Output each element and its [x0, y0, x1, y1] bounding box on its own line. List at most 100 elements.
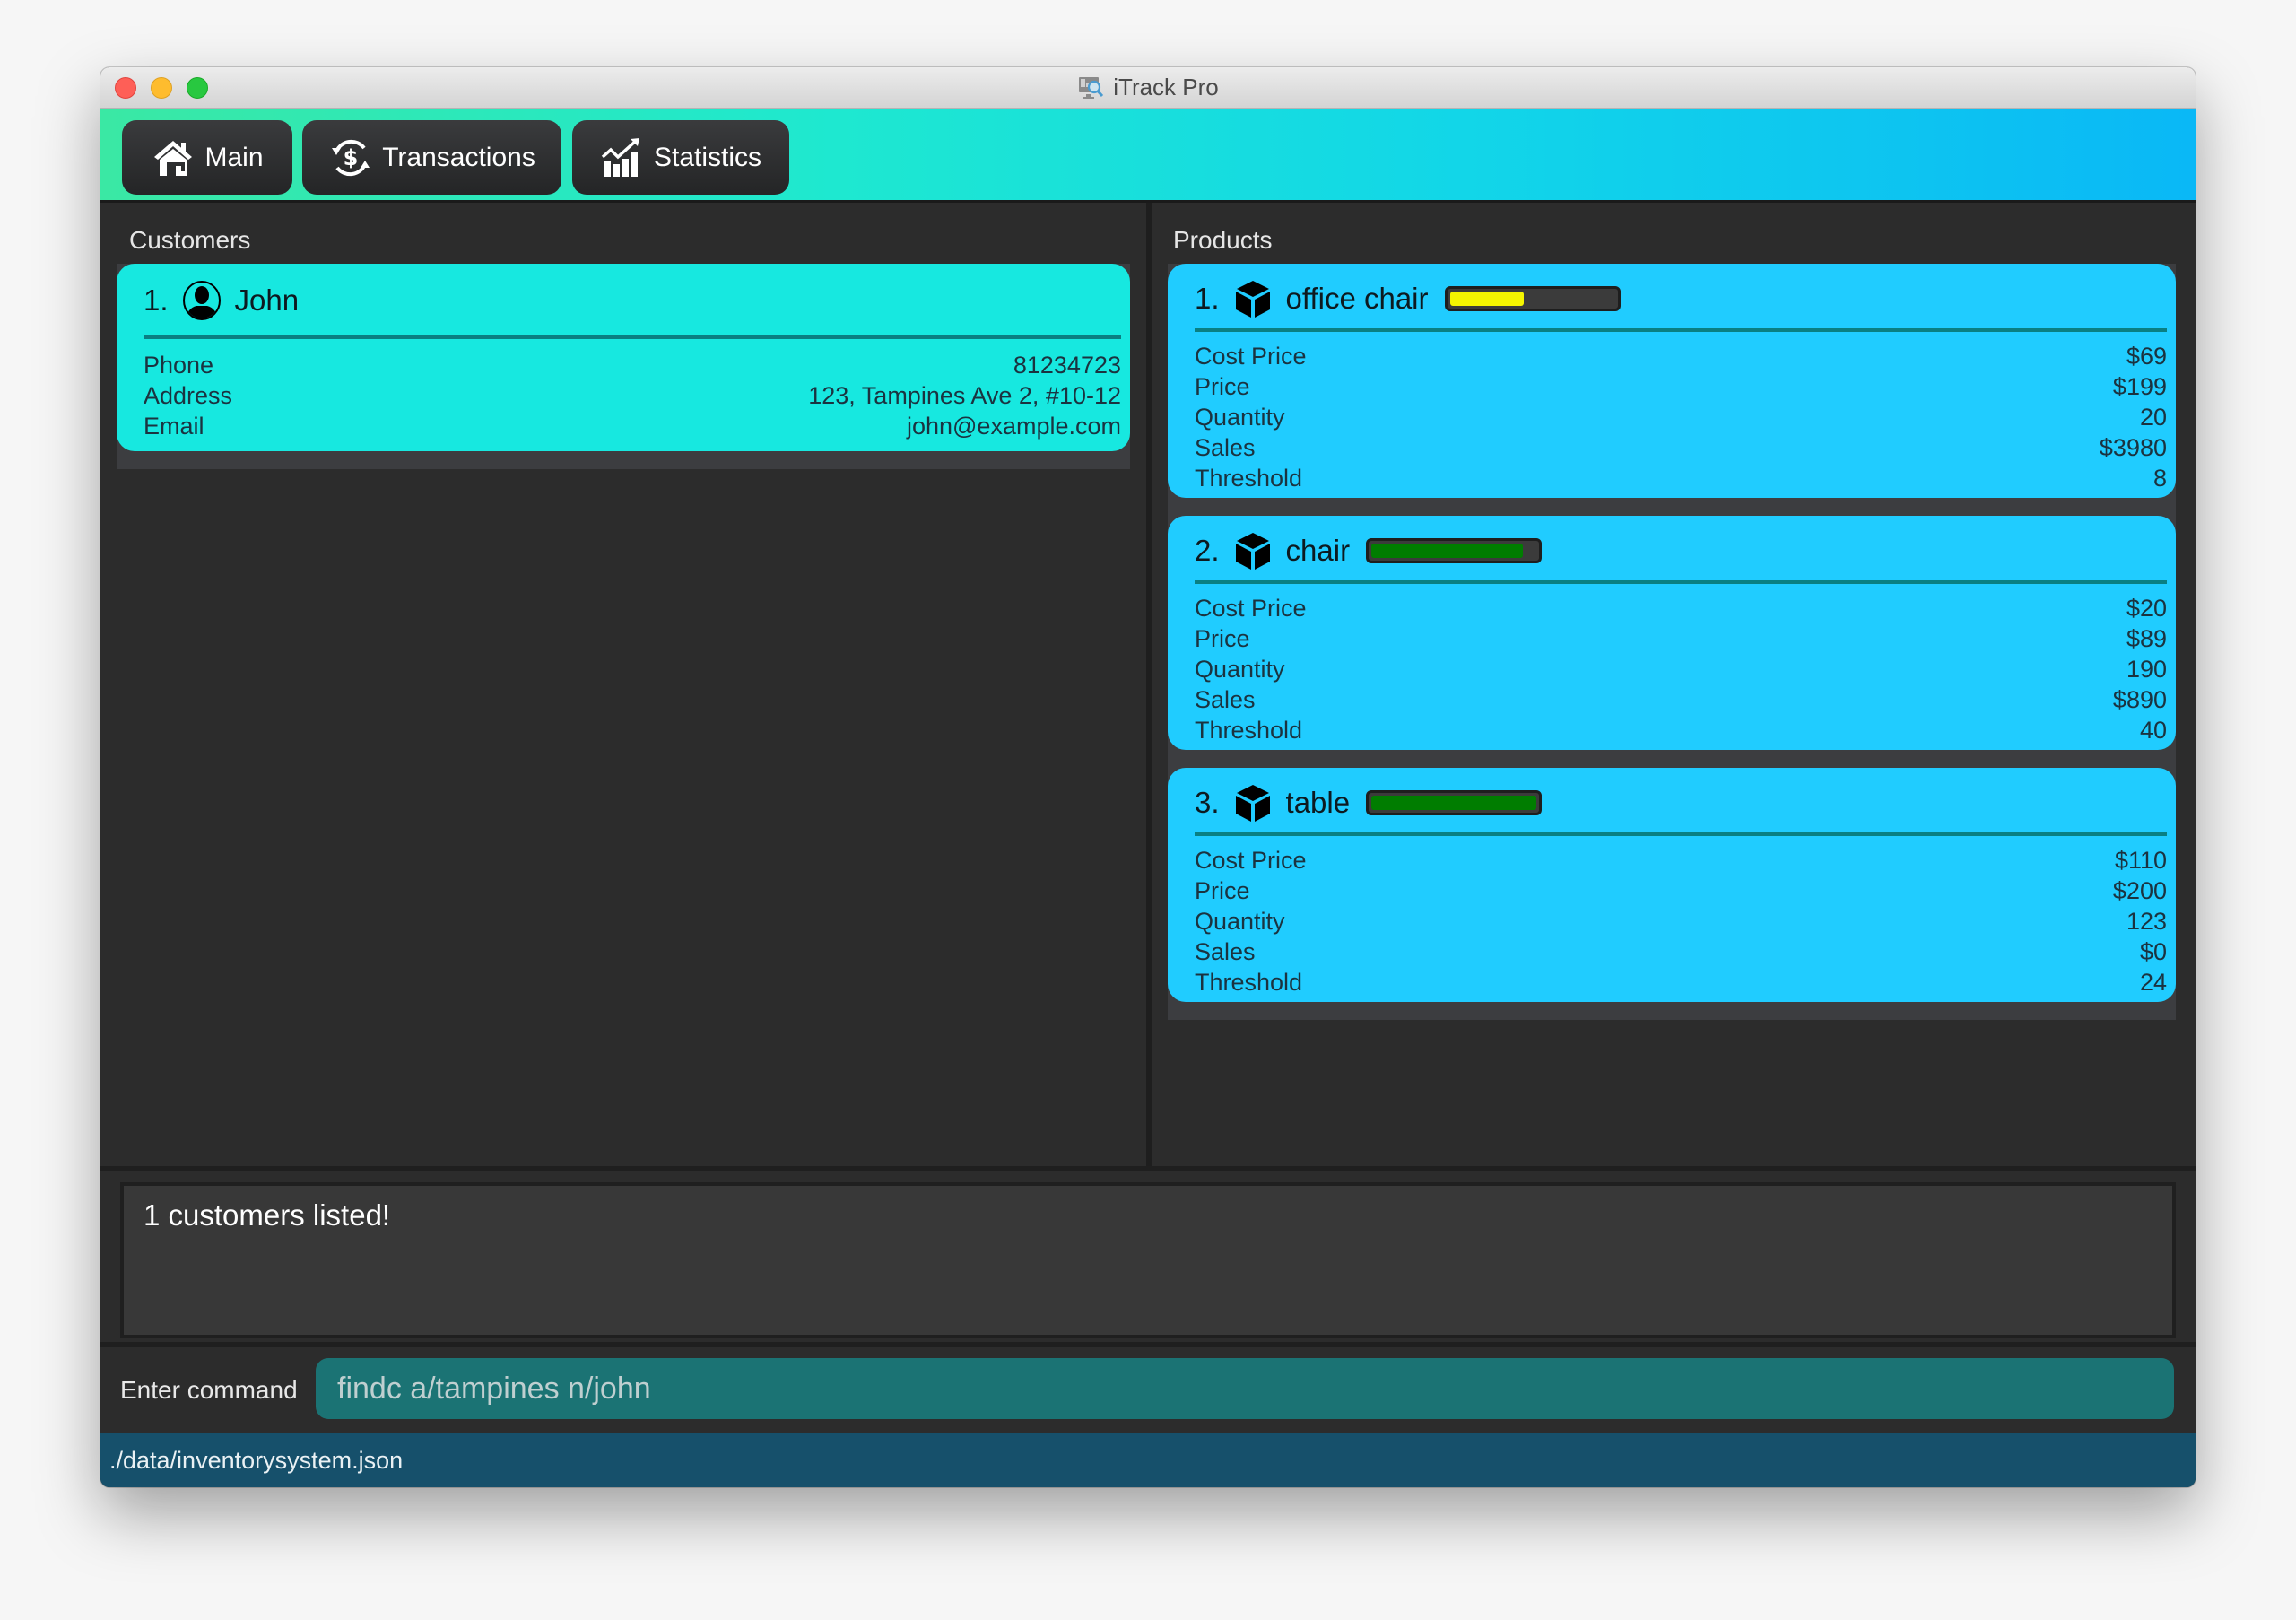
box-icon: [1235, 533, 1270, 570]
product-name: table: [1285, 786, 1351, 819]
product-field-label: Threshold: [1195, 969, 1303, 996]
status-bar: ./data/inventorysystem.json: [100, 1433, 2196, 1487]
phone-label: Phone: [144, 352, 214, 379]
dollar-cycle-icon: $: [332, 139, 370, 176]
statistics-tab-button[interactable]: Statistics: [572, 120, 789, 195]
product-field-row: Price $89: [1195, 623, 2167, 654]
stock-level-fill: [1371, 544, 1524, 558]
save-file-path: ./data/inventorysystem.json: [109, 1446, 404, 1474]
product-fields: Cost Price $20 Price $89 Quantity 190 Sales $89…: [1195, 593, 2167, 745]
product-card-header: 1. office chair: [1195, 278, 2167, 319]
command-input[interactable]: [316, 1358, 2174, 1419]
customer-list-item[interactable]: 1. John Phone 81234723 Address 123, Tamp…: [117, 264, 1130, 469]
title-bar: iTrack Pro: [100, 67, 2196, 109]
transactions-tab-label: Transactions: [382, 142, 535, 172]
customer-name: John: [234, 283, 300, 317]
product-field-label: Sales: [1195, 434, 1256, 461]
address-label: Address: [144, 382, 233, 409]
product-fields: Cost Price $69 Price $199 Quantity 20 Sales $39…: [1195, 341, 2167, 493]
stock-level-bar: [1444, 286, 1621, 311]
product-field-label: Price: [1195, 625, 1250, 652]
product-field-value: $3980: [2099, 434, 2167, 461]
customer-list[interactable]: 1. John Phone 81234723 Address 123, Tamp…: [117, 264, 1130, 469]
customer-phone-row: Phone 81234723: [144, 350, 1121, 380]
result-message: 1 customers listed!: [144, 1198, 391, 1232]
product-field-label: Cost Price: [1195, 595, 1307, 622]
product-field-row: Quantity 123: [1195, 906, 2167, 936]
statistics-tab-label: Statistics: [653, 142, 762, 172]
product-field-value: $0: [2139, 938, 2167, 965]
product-field-value: 190: [2126, 656, 2167, 683]
product-card-header: 2. chair: [1195, 530, 2167, 571]
transactions-tab-button[interactable]: $ Transactions: [302, 120, 561, 195]
window-title-group: iTrack Pro: [100, 67, 2196, 108]
product-card: 1. office chair Cost Price $69 Price $199 Qu…: [1168, 264, 2176, 498]
customer-card-header: 1. John: [144, 278, 1121, 323]
product-field-row: Price $199: [1195, 371, 2167, 402]
customers-heading: Customers: [129, 226, 251, 254]
product-field-value: $199: [2112, 373, 2167, 400]
product-field-row: Sales $0: [1195, 936, 2167, 967]
result-display-area: 1 customers listed!: [100, 1166, 2196, 1342]
product-field-value: 24: [2139, 969, 2167, 996]
product-card-divider: [1195, 328, 2167, 332]
product-field-value: $69: [2126, 343, 2167, 370]
product-index: 2.: [1195, 534, 1220, 567]
product-field-label: Quantity: [1195, 656, 1285, 683]
customer-card-divider: [144, 335, 1121, 339]
product-field-row: Cost Price $69: [1195, 341, 2167, 371]
product-card-divider: [1195, 832, 2167, 836]
result-display[interactable]: 1 customers listed!: [120, 1182, 2176, 1338]
product-field-value: 123: [2126, 908, 2167, 935]
product-field-label: Cost Price: [1195, 847, 1307, 874]
stock-level-bar: [1366, 790, 1543, 815]
customer-email-row: Email john@example.com: [144, 411, 1121, 441]
product-field-row: Sales $890: [1195, 684, 2167, 715]
svg-text:$: $: [344, 145, 359, 170]
email-value: john@example.com: [906, 413, 1121, 440]
product-field-label: Threshold: [1195, 465, 1303, 492]
product-field-value: $20: [2126, 595, 2167, 622]
product-field-row: Threshold 8: [1195, 463, 2167, 493]
product-field-row: Price $200: [1195, 875, 2167, 906]
product-field-row: Cost Price $110: [1195, 845, 2167, 875]
product-field-value: $110: [2114, 847, 2167, 874]
product-list[interactable]: 1. office chair Cost Price $69 Price $199 Qu…: [1168, 264, 2176, 1020]
window-title: iTrack Pro: [1113, 74, 1219, 100]
product-field-row: Sales $3980: [1195, 432, 2167, 463]
email-label: Email: [144, 413, 204, 440]
stock-level-fill: [1449, 292, 1525, 306]
product-list-item[interactable]: 3. table Cost Price $110 Price $200 Quantity…: [1168, 768, 2176, 1020]
product-list-item[interactable]: 2. chair Cost Price $20 Price $89 Quantity 19…: [1168, 516, 2176, 768]
box-icon: [1235, 785, 1270, 822]
product-index: 1.: [1195, 282, 1220, 315]
product-name: office chair: [1285, 282, 1429, 315]
address-value: 123, Tampines Ave 2, #10-12: [808, 382, 1121, 409]
product-field-label: Sales: [1195, 938, 1256, 965]
product-field-label: Quantity: [1195, 404, 1285, 431]
product-field-row: Cost Price $20: [1195, 593, 2167, 623]
product-field-label: Quantity: [1195, 908, 1285, 935]
customers-panel: Customers 1. John Phone 81234723 Address…: [100, 203, 1146, 1166]
product-card-header: 3. table: [1195, 782, 2167, 823]
product-field-value: 20: [2139, 404, 2167, 431]
stock-level-fill: [1371, 796, 1537, 810]
home-icon: [154, 140, 193, 176]
box-icon: [1235, 281, 1270, 318]
monitor-search-icon: [1079, 76, 1104, 99]
product-field-value: 40: [2139, 717, 2167, 744]
product-field-label: Cost Price: [1195, 343, 1307, 370]
product-index: 3.: [1195, 786, 1220, 819]
customer-index: 1.: [144, 283, 169, 317]
main-tab-label: Main: [204, 142, 264, 172]
product-list-item[interactable]: 1. office chair Cost Price $69 Price $199 Qu…: [1168, 264, 2176, 516]
product-field-label: Threshold: [1195, 717, 1303, 744]
product-field-label: Sales: [1195, 686, 1256, 713]
app-window: iTrack Pro Main $ Transactions Statistic…: [100, 67, 2196, 1487]
main-tab-button[interactable]: Main: [122, 120, 292, 195]
chart-growth-icon: [601, 137, 639, 177]
product-name: chair: [1285, 534, 1351, 567]
user-avatar-icon: [182, 281, 221, 320]
product-fields: Cost Price $110 Price $200 Quantity 123 Sales $…: [1195, 845, 2167, 997]
product-field-value: $89: [2126, 625, 2167, 652]
